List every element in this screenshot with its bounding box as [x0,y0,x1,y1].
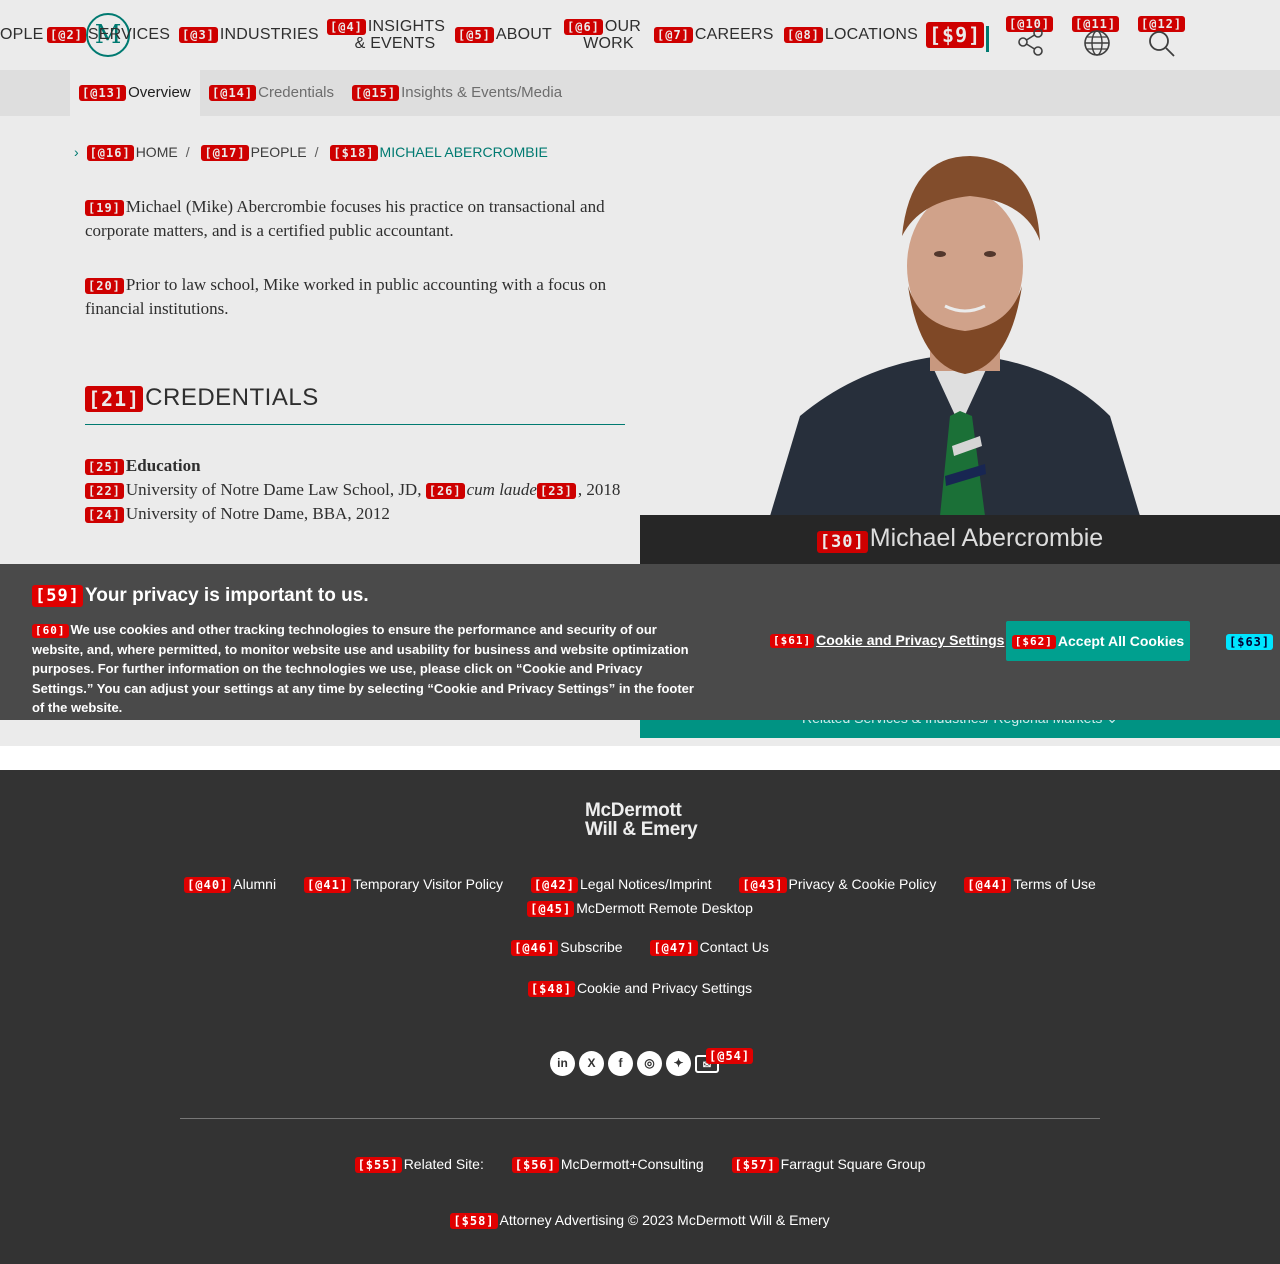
education-heading: [25] Education [85,456,201,476]
footer-logo[interactable]: McDermott Will & Emery [585,801,698,839]
footer-link-subscribe[interactable]: [@46] Subscribe [511,939,623,957]
footer-link-legal[interactable]: [@42] Legal Notices/Imprint [530,876,712,894]
tab-overview[interactable]: [@13] Overview [79,84,191,102]
profile-subnav: [@13] Overview [@14] Credentials [@15] Insi… [0,70,1280,116]
social-links: in Xf ◎ ✦ ✉ [@54] [550,1048,754,1077]
nav-people[interactable]: OPLE [0,26,44,44]
facebook-icon[interactable]: f [608,1051,633,1076]
xing-icon[interactable]: X [579,1051,604,1076]
social-tag: [@54] [706,1048,754,1064]
chevron-right-icon: › [74,144,79,160]
breadcrumb-people[interactable]: [@17] PEOPLE [201,144,307,162]
nav-insights-events[interactable]: [@4] INSIGHTS & EVENTS [327,18,445,52]
nav-our-work[interactable]: [@6] OUR WORK [564,18,641,52]
related-site-label: [$55] Related Site: [354,1156,484,1174]
footer: McDermott Will & Emery [@40] Alumni [@41] T… [0,770,1280,1264]
education-item-bba: [24] University of Notre Dame, BBA, 2012 [85,504,390,524]
portrait-image [770,156,1140,516]
cookie-body-text: [60] We use cookies and other tracking te… [32,622,694,715]
footer-related-sites: [$55] Related Site: [$56] McDermott+Consul… [0,1156,1280,1174]
footer-link-cookie-settings[interactable]: [$48] Cookie and Privacy Settings [527,980,752,998]
footer-copyright: [$58] Attorney Advertising © 2023 McDermo… [0,1212,1280,1230]
footer-link-contact[interactable]: [@47] Contact Us [650,939,769,957]
bio-paragraph-1: [19] Michael (Mike) Abercrombie focuses h… [85,197,605,240]
tab-insights-media[interactable]: [@15] Insights & Events/Media [352,84,562,102]
share-icon[interactable] [1016,27,1046,57]
footer-link-alumni[interactable]: [@40] Alumni [184,876,276,894]
footer-link-privacy[interactable]: [@43] Privacy & Cookie Policy [739,876,936,894]
footer-links-row-1: [@40] Alumni [@41] Temporary Visitor Polic… [0,876,1280,894]
footer-links-row-2: [@45] McDermott Remote Desktop [0,900,1280,918]
breadcrumb: › [@16] HOME / [@17] PEOPLE / [$18] MICHAEL A… [74,144,554,162]
bio-paragraph-2: [20] Prior to law school, Mike worked in … [85,275,607,318]
nav-locations[interactable]: [@8] LOCATIONS [784,26,918,44]
education-item-law: [22] University of Notre Dame Law School,… [85,480,620,500]
breadcrumb-separator: / [185,144,190,160]
credentials-heading: [21] CREDENTIALS [85,384,319,412]
nav-industries[interactable]: [@3] INDUSTRIES [179,26,319,44]
nav-about[interactable]: [@5] ABOUT [455,26,552,44]
cookie-title: [59] Your privacy is important to us. [32,585,369,607]
nav-divider [986,26,989,52]
footer-link-terms[interactable]: [@44] Terms of Use [964,876,1096,894]
credentials-divider [85,424,625,425]
accept-cookies-button[interactable]: [$62] Accept All Cookies [1006,621,1190,661]
cookie-settings-link[interactable]: [$61] Cookie and Privacy Settings [770,632,1004,649]
nav-tag-9[interactable]: [$9] [926,22,986,48]
breadcrumb-current: [$18] MICHAEL ABERCROMBIE [330,144,548,162]
related-site-consulting[interactable]: [$56] McDermott+Consulting [511,1156,704,1174]
search-icon[interactable] [1146,27,1176,57]
top-navigation: OPLE M [@2] SERVICES [@3] INDUSTRIES [@4] I… [0,0,1280,70]
footer-link-remote-desktop[interactable]: [@45] McDermott Remote Desktop [527,900,753,918]
footer-links-row-4: [$48] Cookie and Privacy Settings [0,980,1280,998]
profile-name-bar: [30] Michael Abercrombie [640,515,1280,565]
nav-careers[interactable]: [@7] CAREERS [654,26,774,44]
footer-link-visitor-policy[interactable]: [@41] Temporary Visitor Policy [303,876,503,894]
cookie-banner: [59] Your privacy is important to us. [60… [0,564,1280,720]
profile-photo [640,116,1280,516]
related-site-farragut[interactable]: [$57] Farragut Square Group [731,1156,925,1174]
breadcrumb-home[interactable]: [@16] HOME [86,144,178,162]
instagram-icon[interactable]: ◎ [637,1051,662,1076]
twitter-icon[interactable]: ✦ [666,1051,691,1076]
footer-divider [180,1118,1100,1119]
globe-icon[interactable] [1082,27,1112,57]
linkedin-icon[interactable]: in [550,1051,575,1076]
nav-services[interactable]: [@2] SERVICES [47,26,170,44]
cookie-close-button[interactable]: [$63] [1226,633,1275,651]
footer-links-row-3: [@46] Subscribe [@47] Contact Us [0,939,1280,957]
breadcrumb-separator: / [314,144,319,160]
tab-credentials[interactable]: [@14] Credentials [209,84,334,102]
